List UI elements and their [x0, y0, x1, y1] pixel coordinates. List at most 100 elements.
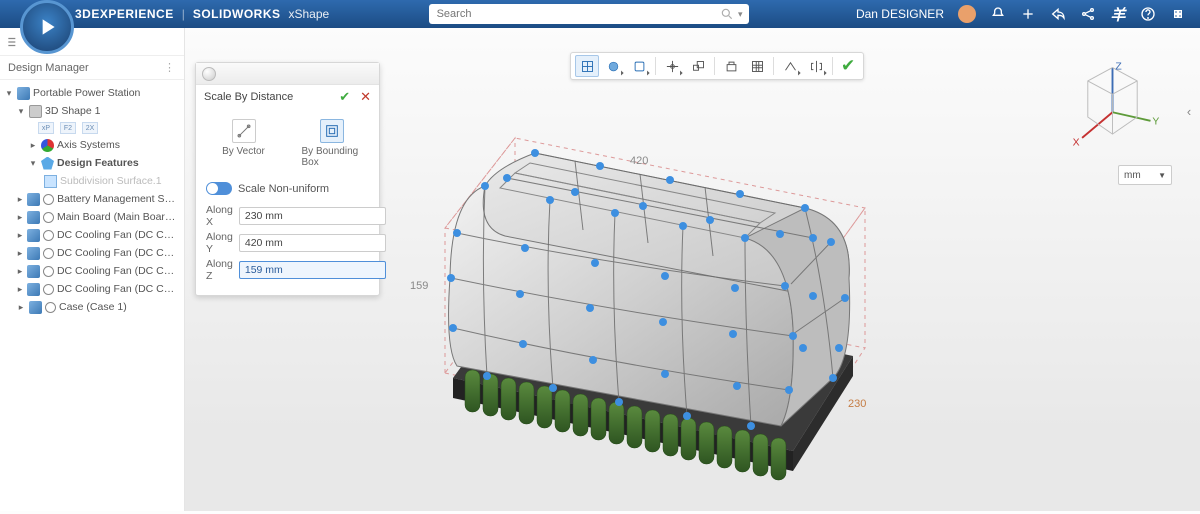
collapse-right-icon[interactable]: ‹ — [1182, 100, 1196, 122]
tree-component-label: Case (Case 1) — [59, 301, 127, 313]
dimension-x-label: 230 — [848, 398, 866, 410]
format-tag[interactable]: xP — [38, 122, 54, 134]
notifications-icon[interactable] — [990, 6, 1006, 22]
tree-root-label: Portable Power Station — [33, 87, 140, 99]
brand-app: xShape — [289, 7, 330, 21]
dimension-z-label: 159 — [410, 280, 428, 292]
along-y-label: Along Y — [206, 231, 233, 255]
along-x-label: Along X — [206, 204, 233, 228]
selection-mode-button[interactable] — [627, 55, 651, 77]
scale-dialog: Scale By Distance ✔ ✕ By Vector By Bound… — [195, 62, 380, 296]
axis-x-label: X — [1073, 138, 1080, 149]
mode-by-bbox-label: By Bounding Box — [302, 146, 362, 168]
help-icon[interactable] — [1140, 6, 1156, 22]
tree-features-label: Design Features — [57, 157, 139, 169]
link-icon — [43, 248, 54, 259]
non-uniform-toggle[interactable] — [206, 182, 232, 195]
format-tags: xP F2 2X — [4, 120, 184, 136]
tree-design-features[interactable]: ▾ Design Features — [4, 154, 184, 172]
along-z-label: Along Z — [206, 258, 233, 282]
dialog-ok-icon[interactable]: ✔ — [339, 89, 350, 105]
non-uniform-label: Scale Non-uniform — [238, 183, 329, 195]
add-icon[interactable] — [1020, 6, 1036, 22]
part-icon — [27, 193, 40, 206]
tree-axis-systems[interactable]: ▸ Axis Systems — [4, 136, 184, 154]
tree-shape-label: 3D Shape 1 — [45, 105, 100, 117]
unit-value: mm — [1124, 170, 1141, 181]
chevron-down-icon: ▼ — [1158, 171, 1166, 180]
tree-component[interactable]: ▸DC Cooling Fan (DC Cooling F… — [4, 244, 184, 262]
symmetry-button[interactable] — [804, 55, 828, 77]
tree-component-label: DC Cooling Fan (DC Cooling F… — [57, 283, 180, 295]
top-bar: 3DEXPERIENCE | SOLIDWORKS xShape ▾ Dan D… — [0, 0, 1200, 28]
design-manager-panel: Design Manager ⋮ ▾ Portable Power Statio… — [0, 28, 185, 511]
crease-button[interactable] — [778, 55, 802, 77]
home-icon[interactable] — [1170, 6, 1186, 22]
panel-menu-icon[interactable]: ⋮ — [164, 61, 176, 74]
link-icon — [43, 194, 54, 205]
tree-component[interactable]: ▸Battery Management System (… — [4, 190, 184, 208]
along-y-input[interactable] — [239, 234, 386, 252]
tree-component-label: DC Cooling Fan (DC Cooling F… — [57, 265, 180, 277]
format-tag[interactable]: F2 — [60, 122, 76, 134]
tree-shape[interactable]: ▾ 3D Shape 1 — [4, 102, 184, 120]
confirm-icon[interactable]: ✔ — [837, 56, 859, 76]
tree-subdivision[interactable]: Subdivision Surface.1 — [4, 172, 184, 190]
compass-play-button[interactable] — [20, 0, 74, 54]
tree-component[interactable]: ▸Main Board (Main Board - FFF 1) — [4, 208, 184, 226]
brand-product: SOLIDWORKS — [193, 7, 281, 21]
dialog-close-icon[interactable]: ✕ — [360, 89, 371, 105]
part-icon — [27, 229, 40, 242]
search-chevron-icon[interactable]: ▾ — [738, 9, 743, 20]
topbar-right: Dan DESIGNER ⽺ — [856, 5, 1200, 23]
dialog-title: Scale By Distance — [204, 91, 293, 103]
tree-component[interactable]: ▸Case (Case 1) — [4, 298, 184, 316]
link-icon — [43, 284, 54, 295]
user-avatar[interactable] — [958, 5, 976, 23]
design-manager-title: Design Manager — [8, 62, 89, 74]
subdivide-button[interactable] — [745, 55, 769, 77]
axis-gizmo[interactable]: Z Y X — [1065, 60, 1160, 155]
brand-separator: | — [182, 7, 185, 21]
display-mode-button[interactable] — [601, 55, 625, 77]
tree-component-label: DC Cooling Fan (DC Cooling F… — [57, 247, 180, 259]
link-icon — [43, 266, 54, 277]
dimension-y-label: 420 — [630, 155, 648, 167]
manipulate-button[interactable] — [660, 55, 684, 77]
part-icon — [27, 283, 40, 296]
user-name[interactable]: Dan DESIGNER — [856, 7, 944, 21]
along-x-input[interactable] — [239, 207, 386, 225]
search-input[interactable] — [435, 7, 720, 21]
along-z-input[interactable] — [239, 261, 386, 279]
axis-y-label: Y — [1152, 117, 1159, 128]
tree-component[interactable]: ▸DC Cooling Fan (DC Cooling F… — [4, 262, 184, 280]
feature-tree: ▾ Portable Power Station ▾ 3D Shape 1 xP… — [0, 80, 184, 316]
globe-icon — [202, 67, 216, 81]
axis-z-label: Z — [1115, 62, 1122, 73]
tree-component[interactable]: ▸DC Cooling Fan (DC Cooling F… — [4, 280, 184, 298]
product-icon — [17, 87, 30, 100]
brand-platform: 3DEXPERIENCE — [75, 7, 174, 21]
format-tag[interactable]: 2X — [82, 122, 98, 134]
tree-component-label: Main Board (Main Board - FFF 1) — [57, 211, 180, 223]
tree-axis-label: Axis Systems — [57, 139, 120, 151]
search-box[interactable]: ▾ — [429, 4, 749, 24]
link-icon — [45, 302, 56, 313]
part-icon — [27, 211, 40, 224]
mode-by-vector-label: By Vector — [222, 146, 265, 157]
extrude-button[interactable] — [719, 55, 743, 77]
shape-icon — [29, 105, 42, 118]
share-icon[interactable] — [1050, 6, 1066, 22]
tree-component[interactable]: ▸DC Cooling Fan (DC Cooling F… — [4, 226, 184, 244]
collaborate-icon[interactable] — [1080, 6, 1096, 22]
mode-by-bbox[interactable]: By Bounding Box — [302, 119, 362, 168]
ifwe-icon[interactable]: ⽺ — [1110, 6, 1126, 22]
unit-dropdown[interactable]: mm ▼ — [1118, 165, 1172, 185]
tree-root[interactable]: ▾ Portable Power Station — [4, 84, 184, 102]
scale-button[interactable] — [686, 55, 710, 77]
dialog-handle[interactable] — [196, 63, 379, 85]
part-icon — [29, 301, 42, 314]
view-cage-button[interactable] — [575, 55, 599, 77]
search-icon[interactable] — [720, 7, 734, 21]
mode-by-vector[interactable]: By Vector — [214, 119, 274, 168]
